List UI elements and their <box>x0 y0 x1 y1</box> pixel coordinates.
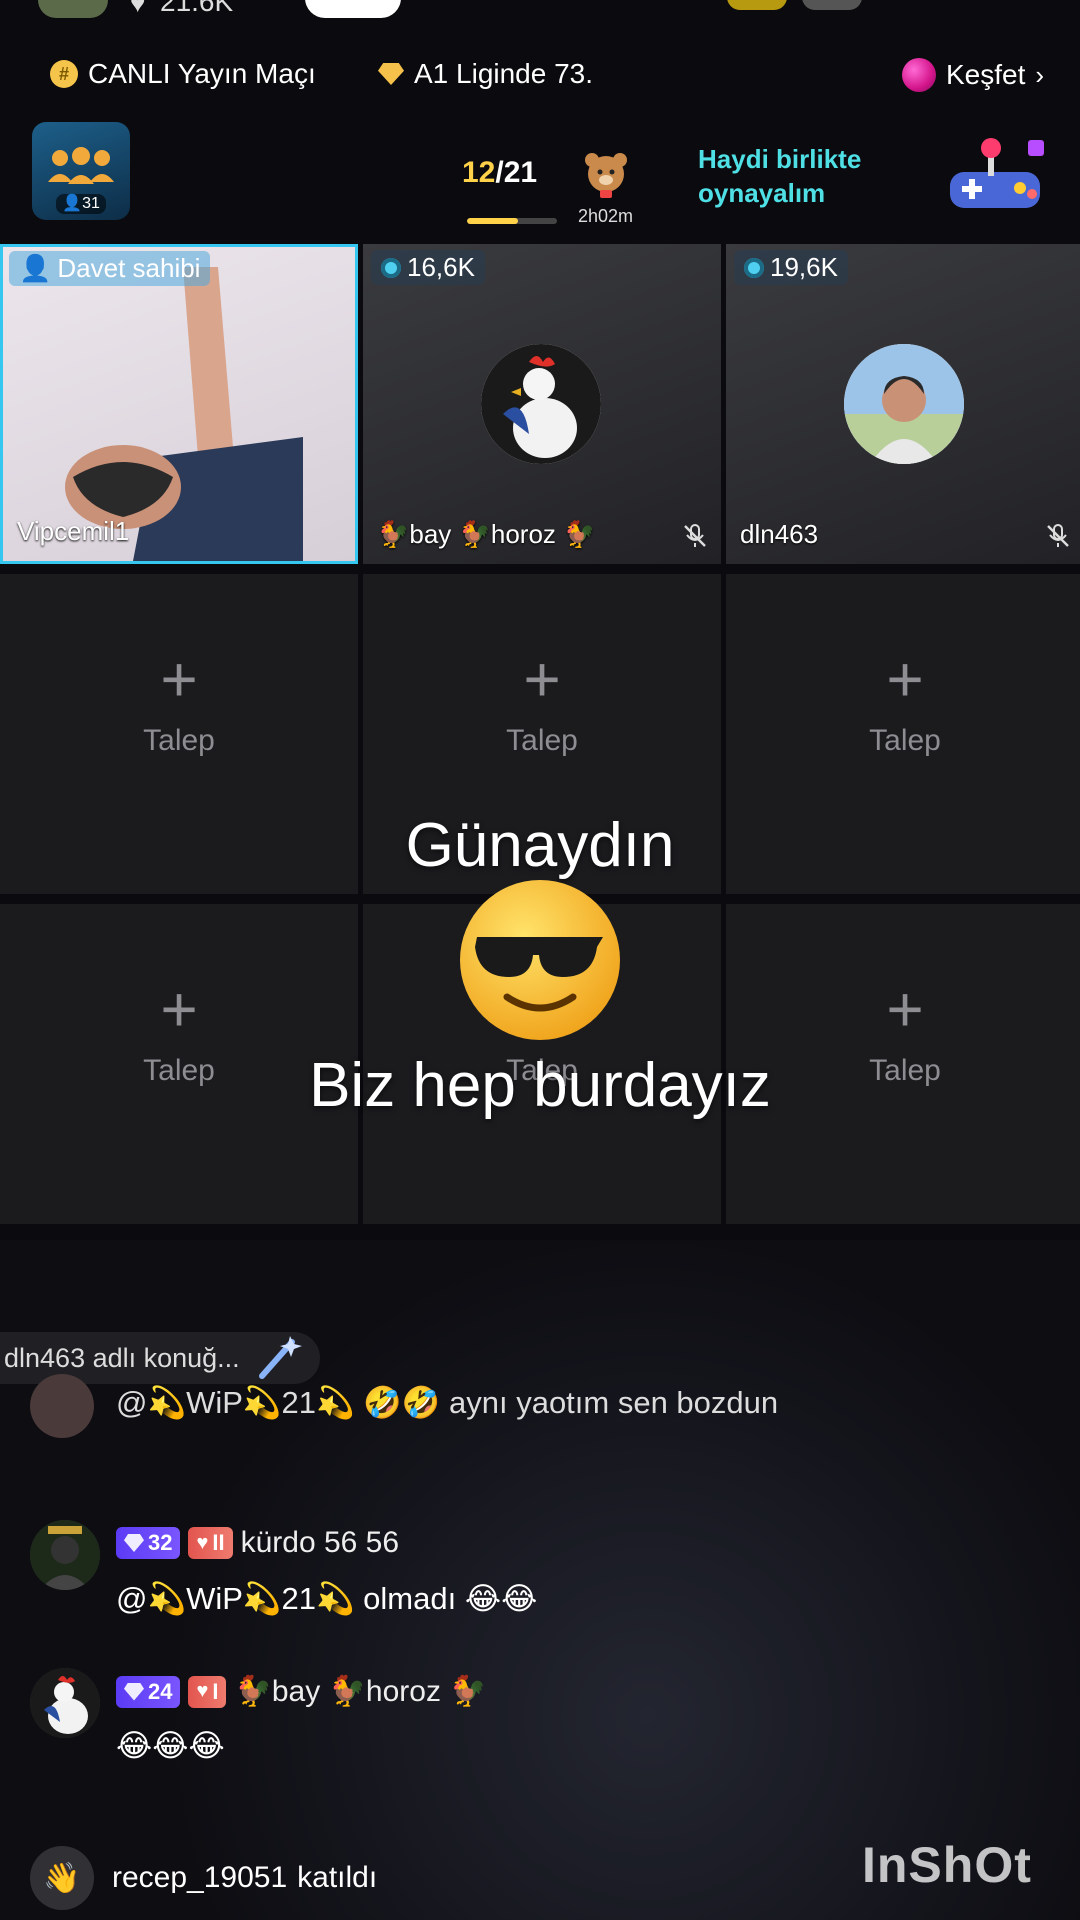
progress-current: 12 <box>462 156 496 189</box>
heart-icon: ♥ <box>130 0 146 18</box>
avatar[interactable] <box>30 1374 94 1438</box>
sunglasses-emoji-icon <box>460 880 620 1040</box>
magic-wand-icon <box>258 1336 302 1379</box>
room-member-value: 31 <box>82 195 100 212</box>
request-label: Talep <box>506 724 578 757</box>
mic-off-icon <box>684 524 706 547</box>
viewer-badge[interactable] <box>727 0 787 10</box>
chat-username[interactable]: 🐓bay 🐓horoz 🐓 <box>234 1674 486 1709</box>
room-icon[interactable]: 👤31 <box>32 122 130 220</box>
timer: 2h02m <box>578 206 634 226</box>
request-label: Talep <box>869 724 941 757</box>
score-badge: 16,6K <box>371 250 485 285</box>
seat-host[interactable]: 👤 Davet sahibi Vipcemil1 <box>0 244 358 564</box>
streamer-avatar[interactable] <box>38 0 108 18</box>
progress-fill <box>467 218 519 224</box>
progress-total: /21 <box>495 156 538 189</box>
greeting-overlay: Günaydın <box>405 811 675 880</box>
score-icon <box>381 257 401 278</box>
avatar[interactable] <box>844 344 964 464</box>
diamond-icon <box>124 1682 144 1701</box>
bear-gift-icon[interactable] <box>576 144 636 204</box>
seat-name: dln463 <box>740 519 819 549</box>
host-video <box>65 267 303 561</box>
plus-icon: + <box>886 973 924 1045</box>
guest-avatar <box>844 344 964 464</box>
room-header: 👤31 12/21 2h02m Haydi birlikte oynayalım <box>0 118 1080 228</box>
play-together-text[interactable]: Haydi birlikte oynayalım <box>698 142 898 210</box>
explore-button[interactable]: Keşfet › <box>902 58 1044 92</box>
level-badge: 24 <box>116 1675 181 1708</box>
score-value: 19,6K <box>770 252 838 282</box>
mic-off-icon <box>1047 524 1069 547</box>
chat-message-text: @💫WiP💫21💫 🤣🤣 aynı yaotım sen bozdun <box>116 1385 779 1420</box>
chat-message-header: 32 ♥ II kürdo 56 56 <box>116 1526 399 1560</box>
plus-icon: + <box>523 643 561 715</box>
tagline-overlay: Biz hep burdayız <box>309 1051 771 1120</box>
kurdo-avatar <box>30 1520 100 1590</box>
chevron-right-icon: › <box>1035 59 1045 90</box>
chat-message-text: 😂😂😂 <box>116 1728 225 1763</box>
top-strip: ♥ 21.6K <box>0 0 1080 30</box>
level-badge: 32 <box>116 1527 181 1559</box>
coin-icon: # <box>50 60 78 88</box>
score-icon <box>744 257 764 278</box>
seat-name: Vipcemil1 <box>17 516 130 546</box>
league-label: A1 Liginde 73. <box>414 58 594 89</box>
guest-note-text: dln463 adlı konuğ... <box>4 1342 240 1373</box>
chat-message-header: 24 ♥ I 🐓bay 🐓horoz 🐓 <box>116 1674 487 1709</box>
join-notice: 👋 recep_19051 katıldı <box>30 1846 377 1910</box>
info-bar: # CANLI Yayın Maçı A1 Liginde 73. Keşfet… <box>0 50 1080 106</box>
fan-level-value: II <box>212 1530 225 1555</box>
level-value: 32 <box>148 1530 173 1555</box>
seat-guest-2[interactable]: 19,6K dln463 <box>726 244 1080 564</box>
rooster-avatar <box>30 1668 100 1738</box>
fan-badge: ♥ I <box>188 1675 227 1708</box>
heart-icon: ♥ <box>196 1531 209 1554</box>
live-match-label: CANLI Yayın Maçı <box>88 58 316 89</box>
plus-icon: + <box>160 973 198 1045</box>
join-text: katıldı <box>297 1861 378 1894</box>
plus-icon: + <box>160 643 198 715</box>
score-badge: 19,6K <box>734 250 848 285</box>
chat-message-text: @💫WiP💫21💫 olmadı 😂😂 <box>116 1581 538 1616</box>
game-controller-icon[interactable] <box>940 132 1050 222</box>
wave-hand-icon[interactable]: 👋 <box>30 1846 94 1910</box>
seat-guest-1[interactable]: 16,6K 🐓bay 🐓horoz 🐓 <box>363 244 721 564</box>
host-badge-label: Davet sahibi <box>57 253 201 283</box>
group-icon <box>48 147 114 184</box>
fan-level-value: I <box>212 1678 219 1704</box>
room-member-count: 👤31 <box>56 194 106 214</box>
diamond-icon <box>378 63 404 85</box>
live-match-link[interactable]: # CANLI Yayın Maçı <box>50 58 316 90</box>
progress-counter: 12/21 <box>462 156 537 190</box>
inshot-watermark: InShOt <box>862 1837 1032 1893</box>
viewer-badge[interactable] <box>802 0 862 10</box>
score-value: 16,6K <box>407 252 475 282</box>
rooster-avatar <box>481 344 601 464</box>
progress-bar <box>467 218 557 224</box>
league-link[interactable]: A1 Liginde 73. <box>378 58 593 90</box>
fan-badge: ♥ II <box>188 1527 233 1559</box>
chat-panel: dln463 adlı konuğ... @💫WiP💫21💫 🤣🤣 aynı y… <box>0 1240 1080 1920</box>
person-icon: 👤 <box>62 195 83 212</box>
follow-pill[interactable] <box>305 0 401 18</box>
chat-username[interactable]: kürdo 56 56 <box>241 1526 399 1560</box>
avatar[interactable] <box>481 344 601 464</box>
person-icon: 👤 <box>19 253 52 283</box>
plus-icon: + <box>886 643 924 715</box>
join-username[interactable]: recep_19051 <box>112 1861 287 1895</box>
host-badge: 👤 Davet sahibi <box>9 251 211 286</box>
orb-icon <box>902 58 936 92</box>
heart-icon: ♥ <box>196 1680 209 1702</box>
avatar[interactable] <box>30 1668 100 1738</box>
like-count: 21.6K <box>160 0 234 17</box>
seat-name: 🐓bay 🐓horoz 🐓 <box>377 519 596 549</box>
request-label: Talep <box>143 724 215 757</box>
level-value: 24 <box>148 1678 173 1704</box>
explore-label: Keşfet <box>946 59 1026 90</box>
diamond-icon <box>124 1534 144 1552</box>
avatar[interactable] <box>30 1520 100 1590</box>
